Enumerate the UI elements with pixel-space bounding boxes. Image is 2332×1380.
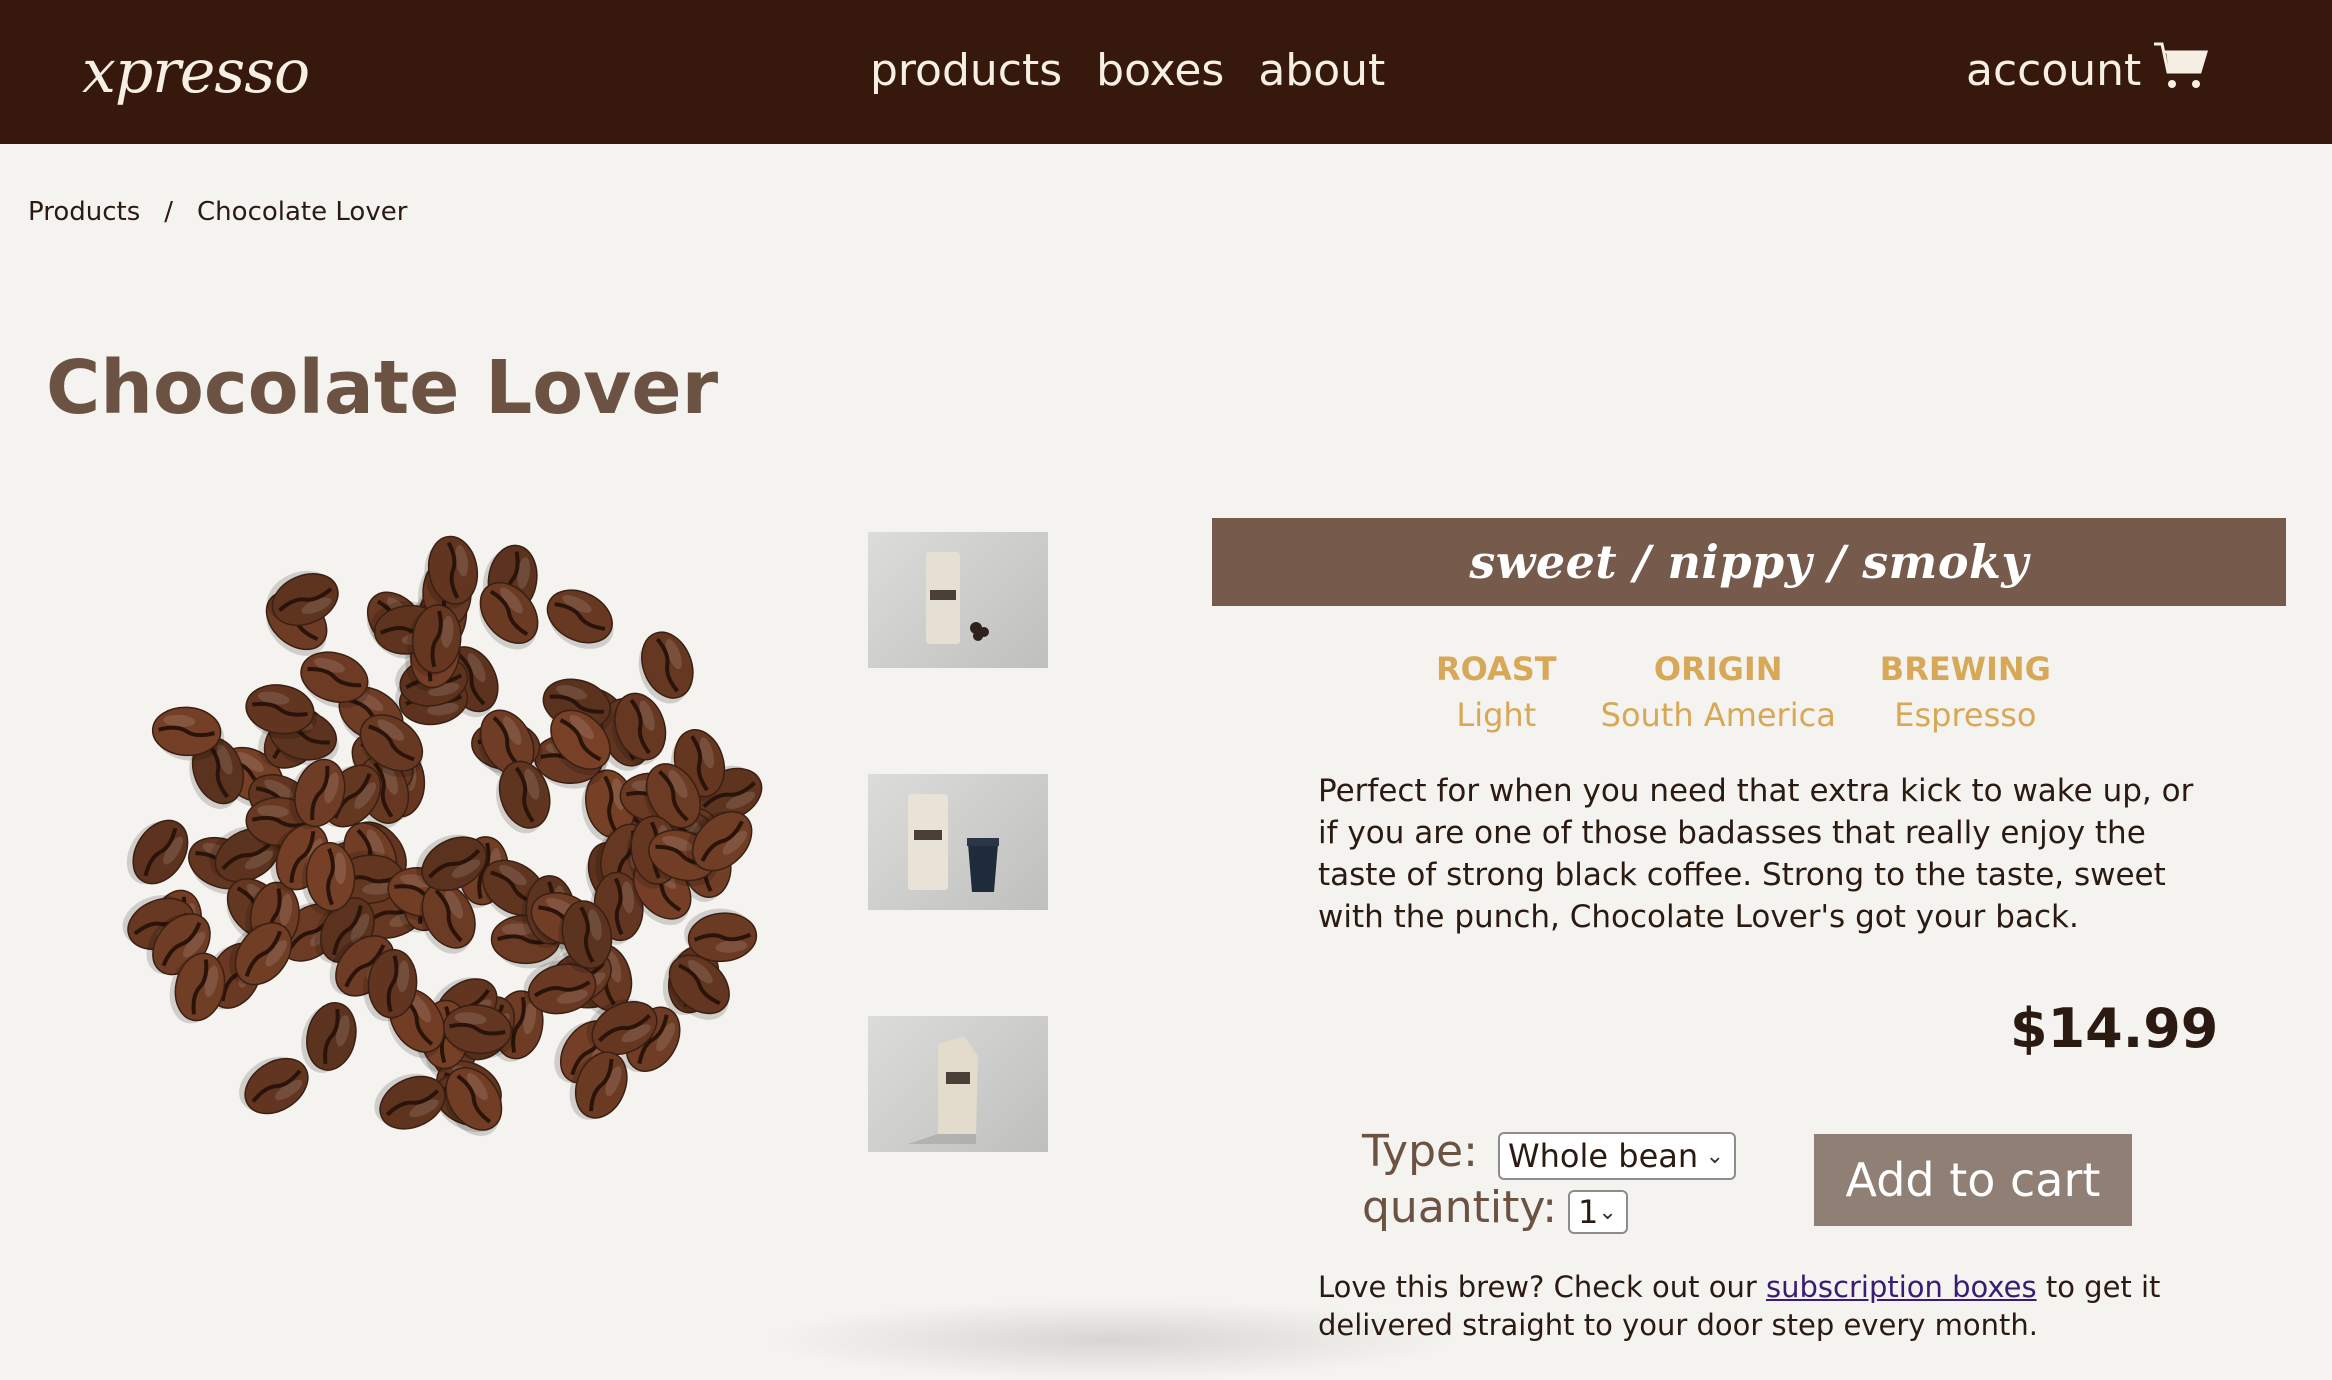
product-description: Perfect for when you need that extra kic… — [1318, 773, 2194, 935]
thumbnail-bag-with-cup[interactable] — [868, 774, 1048, 910]
flavor-profile-banner: sweet / nippy / smoky — [1212, 518, 2286, 606]
thumbnail-standing-bag[interactable] — [868, 1016, 1048, 1152]
spec-roast-label: ROAST — [1436, 650, 1557, 688]
xpresso-logo[interactable]: xpresso — [82, 30, 310, 114]
type-select[interactable]: Whole bean ⌄ — [1498, 1132, 1736, 1180]
spec-roast: ROAST Light — [1436, 646, 1557, 738]
chevron-down-icon: ⌄ — [1598, 1199, 1617, 1225]
spec-origin: ORIGIN South America — [1601, 646, 1836, 738]
promo-text-before: Love this brew? Check out our — [1318, 1270, 1767, 1304]
quantity-label: quantity: — [1362, 1182, 1558, 1233]
spec-origin-label: ORIGIN — [1653, 650, 1783, 688]
breadcrumb-products[interactable]: Products — [28, 192, 140, 232]
account-link[interactable]: account — [1966, 38, 2141, 104]
quantity-select[interactable]: 1 ⌄ — [1568, 1190, 1628, 1234]
site-header: xpresso products boxes about account — [0, 0, 2332, 144]
add-to-cart-button[interactable]: Add to cart — [1814, 1134, 2132, 1226]
spec-origin-value: South America — [1600, 696, 1836, 734]
nav-about-link[interactable]: about — [1258, 38, 1385, 104]
spec-brewing: BREWING Espresso — [1880, 646, 2051, 738]
main-nav: products boxes about — [870, 38, 1385, 104]
subscription-boxes-link[interactable]: subscription boxes — [1766, 1270, 2037, 1304]
product-specs: ROAST Light ORIGIN South America BREWING… — [1436, 646, 2051, 738]
thumbnail-bag-with-beans[interactable] — [868, 532, 1048, 668]
spec-roast-value: Light — [1456, 696, 1537, 734]
spec-brewing-label: BREWING — [1879, 650, 2051, 688]
type-select-value: Whole bean — [1508, 1137, 1699, 1175]
nav-boxes-link[interactable]: boxes — [1096, 38, 1224, 104]
type-label: Type: — [1362, 1126, 1478, 1177]
chevron-down-icon: ⌄ — [1705, 1143, 1724, 1169]
shopping-cart-icon[interactable] — [2152, 40, 2210, 92]
breadcrumb: Products / Chocolate Lover — [28, 192, 407, 232]
quantity-select-value: 1 — [1578, 1193, 1599, 1231]
product-title: Chocolate Lover — [46, 345, 719, 431]
nav-products-link[interactable]: products — [870, 38, 1062, 104]
breadcrumb-separator: / — [164, 197, 174, 227]
breadcrumb-current: Chocolate Lover — [197, 197, 408, 227]
coffee-beans-image — [122, 535, 763, 1137]
product-price: $14.99 — [2010, 997, 2219, 1060]
spec-brewing-value: Espresso — [1894, 696, 2037, 734]
decorative-shadow — [760, 1300, 1460, 1380]
